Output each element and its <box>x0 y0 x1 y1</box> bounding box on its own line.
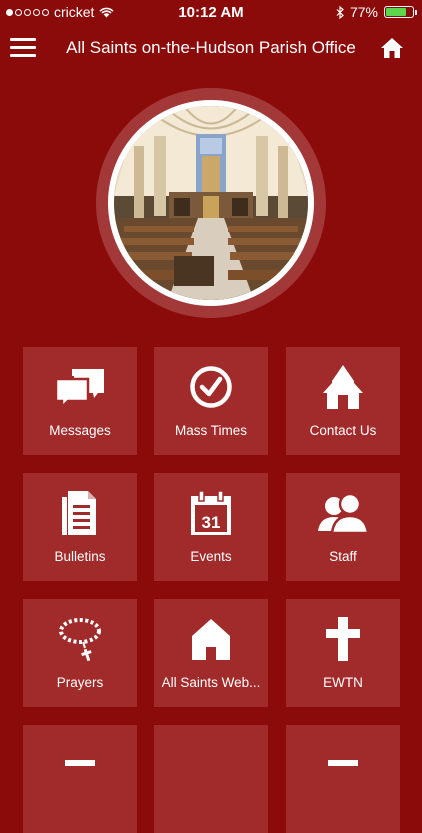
home-icon <box>381 38 403 58</box>
chat-bubbles-icon <box>54 369 104 407</box>
tile-label: Bulletins <box>54 549 106 564</box>
book-icon <box>65 760 95 766</box>
bluetooth-icon <box>336 5 344 19</box>
status-right: 77% <box>336 4 417 20</box>
home-button[interactable] <box>380 36 404 60</box>
tile-prayers[interactable]: Prayers <box>23 599 137 707</box>
tile-mass-times[interactable]: Mass Times <box>154 347 268 455</box>
rosary-icon <box>59 618 101 661</box>
tile-label: Mass Times <box>174 423 247 438</box>
tile-partial-3[interactable] <box>286 725 400 833</box>
tile-label: Messages <box>49 423 111 438</box>
church-photo-frame <box>96 88 326 318</box>
house-icon <box>192 619 230 660</box>
tile-contact-us[interactable]: Contact Us <box>286 347 400 455</box>
calendar-icon <box>328 760 358 766</box>
tile-staff[interactable]: Staff <box>286 473 400 581</box>
calendar-icon: 31 <box>191 491 231 535</box>
tile-label: Prayers <box>56 675 104 690</box>
tile-label: Contact Us <box>309 423 377 438</box>
nav-bar: All Saints on-the-Hudson Parish Office <box>0 26 422 70</box>
battery-percent: 77% <box>349 4 378 20</box>
page-title: All Saints on-the-Hudson Parish Office <box>66 38 356 57</box>
church-interior-image <box>114 106 308 300</box>
tile-messages[interactable]: Messages <box>23 347 137 455</box>
church-icon <box>323 365 363 409</box>
tile-events[interactable]: 31 Events <box>154 473 268 581</box>
tile-partial-2[interactable] <box>154 725 268 833</box>
tile-ewtn[interactable]: EWTN <box>286 599 400 707</box>
people-icon <box>318 493 368 533</box>
svg-text:31: 31 <box>202 513 221 532</box>
tile-partial-1[interactable] <box>23 725 137 833</box>
tile-bulletins[interactable]: Bulletins <box>23 473 137 581</box>
tile-label: Staff <box>329 549 357 564</box>
tile-label: EWTN <box>323 675 363 690</box>
document-icon <box>62 491 96 535</box>
tile-label: All Saints Web... <box>161 675 261 690</box>
tile-label: Events <box>190 549 232 564</box>
cross-icon <box>326 617 360 661</box>
status-bar: cricket 10:12 AM 77% <box>0 0 422 24</box>
tile-all-saints-web[interactable]: All Saints Web... <box>154 599 268 707</box>
battery-icon <box>384 6 417 18</box>
clock-icon <box>190 366 232 408</box>
